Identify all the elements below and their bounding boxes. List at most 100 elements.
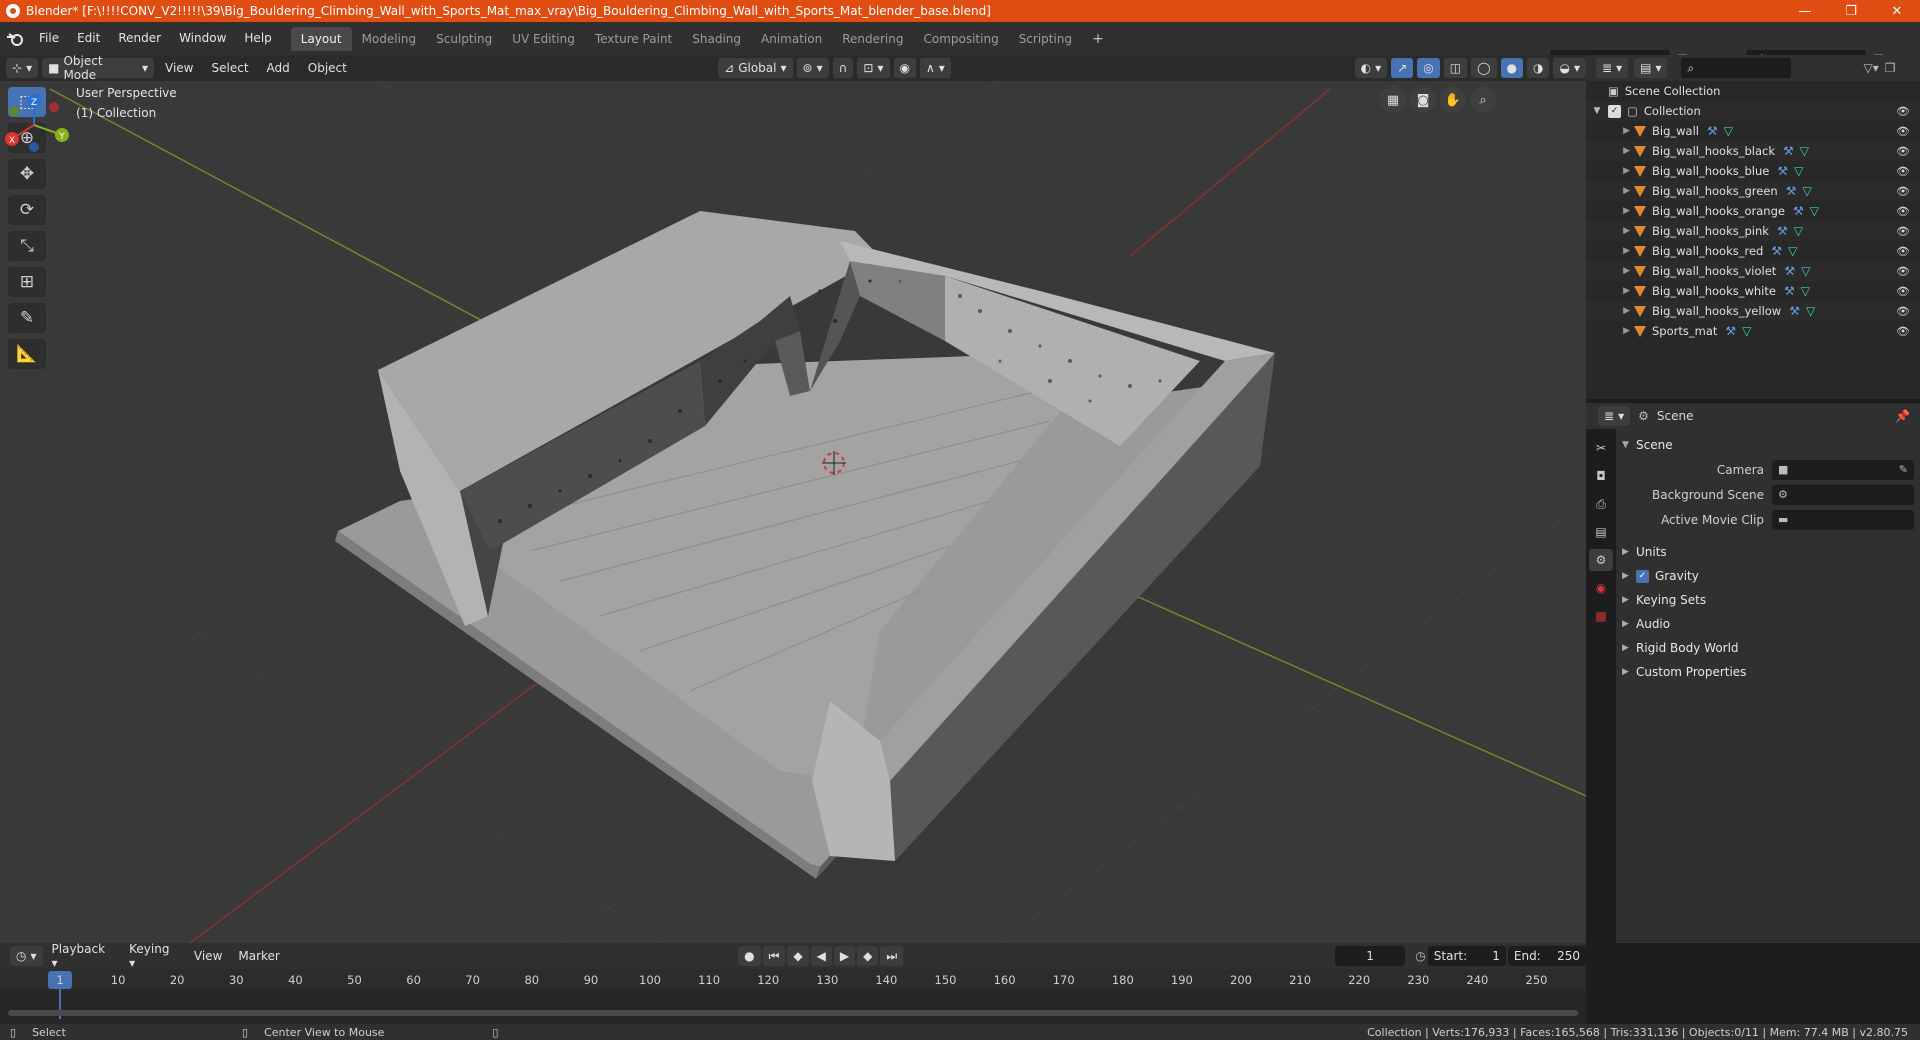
gizmo-toggle[interactable]: ↗	[1391, 58, 1414, 78]
tab-animation[interactable]: Animation	[751, 27, 832, 51]
mesh-data-icon[interactable]: ▽	[1788, 244, 1797, 258]
outliner-search-input[interactable]: ⌕	[1681, 58, 1792, 78]
timeline-menu-playback[interactable]: Playback ▾	[45, 942, 121, 970]
tab-texture[interactable]: ▩	[1589, 605, 1613, 627]
gravity-checkbox[interactable]: ✓	[1636, 569, 1649, 583]
filter-icon[interactable]: ▽▾	[1863, 61, 1878, 75]
viewport-menu-object[interactable]: Object	[301, 61, 354, 75]
outliner-object[interactable]: ▶ Big_wall_hooks_white ⚒ ▽ 👁	[1586, 281, 1920, 301]
zoom-view-button[interactable]: ⌕	[1470, 87, 1496, 113]
record-button[interactable]: ●	[738, 946, 761, 966]
tab-layout[interactable]: Layout	[290, 27, 352, 51]
custom-properties-panel[interactable]: ▶ Custom Properties	[1622, 660, 1914, 684]
play-reverse-button[interactable]: ◀	[810, 946, 832, 966]
outliner-object[interactable]: ▶ Big_wall_hooks_black ⚒ ▽ 👁	[1586, 141, 1920, 161]
modifier-wrench-icon[interactable]: ⚒	[1784, 264, 1795, 278]
new-collection-icon[interactable]: ❐	[1885, 61, 1896, 75]
expand-arrow-icon[interactable]: ▶	[1586, 166, 1630, 176]
eyedropper-icon[interactable]: ✎	[1899, 463, 1908, 476]
viewport-menu-view[interactable]: View	[158, 61, 200, 75]
mesh-data-icon[interactable]: ▽	[1806, 304, 1815, 318]
shading-solid[interactable]: ●	[1500, 58, 1523, 78]
navigation-gizmo[interactable]: Z Y X	[0, 89, 72, 161]
tab-sculpting[interactable]: Sculpting	[426, 27, 502, 51]
expand-arrow-icon[interactable]: ▶	[1586, 266, 1630, 276]
visibility-eye-icon[interactable]: 👁	[1896, 145, 1910, 158]
mesh-data-icon[interactable]: ▽	[1801, 264, 1810, 278]
mesh-data-icon[interactable]: ▽	[1794, 164, 1803, 178]
toggle-grid-button[interactable]: ▦	[1380, 87, 1406, 113]
collection-checkbox[interactable]: ✓	[1608, 104, 1621, 118]
end-frame-field[interactable]: End: 250	[1507, 946, 1586, 966]
outliner-object[interactable]: ▶ Big_wall_hooks_yellow ⚒ ▽ 👁	[1586, 301, 1920, 321]
overlay-toggle[interactable]: ◎	[1417, 58, 1440, 78]
next-keyframe-button[interactable]: ◆	[857, 946, 879, 966]
tab-output[interactable]: ⎙	[1589, 493, 1613, 515]
blender-menu-icon[interactable]	[0, 22, 30, 55]
3d-viewport[interactable]: User Perspective (1) Collection ⬚ ⊕ ✥ ⟳ …	[0, 81, 1586, 943]
viewport-menu-add[interactable]: Add	[260, 61, 297, 75]
visibility-eye-icon[interactable]: 👁	[1896, 165, 1910, 178]
maximize-button[interactable]: ❐	[1828, 0, 1874, 22]
tab-scripting[interactable]: Scripting	[1009, 27, 1082, 51]
mesh-data-icon[interactable]: ▽	[1802, 184, 1811, 198]
current-frame-field[interactable]: 1	[1334, 946, 1406, 966]
movie-clip-field[interactable]: ▬	[1772, 509, 1914, 530]
modifier-wrench-icon[interactable]: ⚒	[1786, 184, 1797, 198]
add-workspace-button[interactable]: +	[1082, 27, 1114, 51]
stopwatch-icon[interactable]: ◷	[1415, 949, 1425, 963]
viewport-menu-select[interactable]: Select	[205, 61, 256, 75]
timeline-area[interactable]: 1 10 20 30 40 50 60 70 80 90 100 110 120 130 140 150 16…	[0, 969, 1586, 1024]
timeline-menu-marker[interactable]: Marker	[231, 949, 286, 963]
mesh-data-icon[interactable]: ▽	[1800, 144, 1809, 158]
shading-material[interactable]: ◑	[1527, 58, 1550, 78]
rigid-body-world-panel[interactable]: ▶ Rigid Body World	[1622, 636, 1914, 660]
modifier-wrench-icon[interactable]: ⚒	[1777, 224, 1788, 238]
visibility-eye-icon[interactable]: 👁	[1896, 265, 1910, 278]
modifier-wrench-icon[interactable]: ⚒	[1725, 324, 1736, 338]
start-frame-field[interactable]: Start: 1	[1427, 946, 1506, 966]
visibility-eye-icon[interactable]: 👁	[1896, 125, 1910, 138]
outliner-scene-collection[interactable]: ▣ Scene Collection	[1586, 81, 1920, 101]
expand-arrow-icon[interactable]: ▶	[1586, 326, 1630, 336]
measure-tool[interactable]: 📐	[8, 339, 46, 369]
move-tool[interactable]: ✥	[8, 159, 46, 189]
timeline-scrollbar[interactable]	[8, 1010, 1578, 1016]
mesh-data-icon[interactable]: ▽	[1724, 124, 1733, 138]
annotate-tool[interactable]: ✎	[8, 303, 46, 333]
mesh-data-icon[interactable]: ▽	[1742, 324, 1751, 338]
transform-orientation-select[interactable]: ⊿ Global ▾	[718, 58, 793, 78]
visibility-eye-icon[interactable]: 👁	[1896, 225, 1910, 238]
tab-render[interactable]: ◘	[1589, 465, 1613, 487]
expand-arrow-icon[interactable]: ▶	[1586, 146, 1630, 156]
tab-scene[interactable]: ⚙	[1589, 549, 1613, 571]
current-frame-indicator[interactable]: 1	[48, 971, 72, 989]
proportional-edit-toggle[interactable]: ◉	[893, 58, 916, 78]
modifier-wrench-icon[interactable]: ⚒	[1783, 144, 1794, 158]
expand-arrow-icon[interactable]: ▶	[1586, 126, 1630, 136]
mode-select[interactable]: ■ Object Mode ▾	[42, 54, 155, 82]
units-panel[interactable]: ▶ Units	[1622, 540, 1914, 564]
modifier-wrench-icon[interactable]: ⚒	[1793, 204, 1804, 218]
menu-edit[interactable]: Edit	[68, 22, 109, 55]
tab-uv-editing[interactable]: UV Editing	[502, 27, 585, 51]
tab-shading[interactable]: Shading	[682, 27, 751, 51]
outliner-object[interactable]: ▶ Big_wall_hooks_blue ⚒ ▽ 👁	[1586, 161, 1920, 181]
visibility-eye-icon[interactable]: 👁	[1896, 305, 1910, 318]
camera-field[interactable]: ■ ✎	[1772, 459, 1914, 480]
outliner-object[interactable]: ▶ Sports_mat ⚒ ▽ 👁	[1586, 321, 1920, 341]
tab-world[interactable]: ◉	[1589, 577, 1613, 599]
pin-icon[interactable]: 📌	[1895, 409, 1910, 423]
menu-file[interactable]: File	[30, 22, 68, 55]
shading-rendered[interactable]: ◒ ▾	[1553, 58, 1586, 78]
tab-tool[interactable]: ✂	[1589, 437, 1613, 459]
expand-arrow-icon[interactable]: ▼	[1586, 106, 1608, 116]
outliner-object[interactable]: ▶ Big_wall_hooks_pink ⚒ ▽ 👁	[1586, 221, 1920, 241]
gravity-panel[interactable]: ▶ ✓ Gravity	[1622, 564, 1914, 588]
minimize-button[interactable]: —	[1782, 0, 1828, 22]
camera-view-button[interactable]: ◙	[1410, 87, 1436, 113]
scale-tool[interactable]: ⤡	[8, 231, 46, 261]
audio-panel[interactable]: ▶ Audio	[1622, 612, 1914, 636]
timeline-editor-type[interactable]: ◷ ▾	[10, 946, 43, 966]
visibility-eye-icon[interactable]: 👁	[1896, 205, 1910, 218]
